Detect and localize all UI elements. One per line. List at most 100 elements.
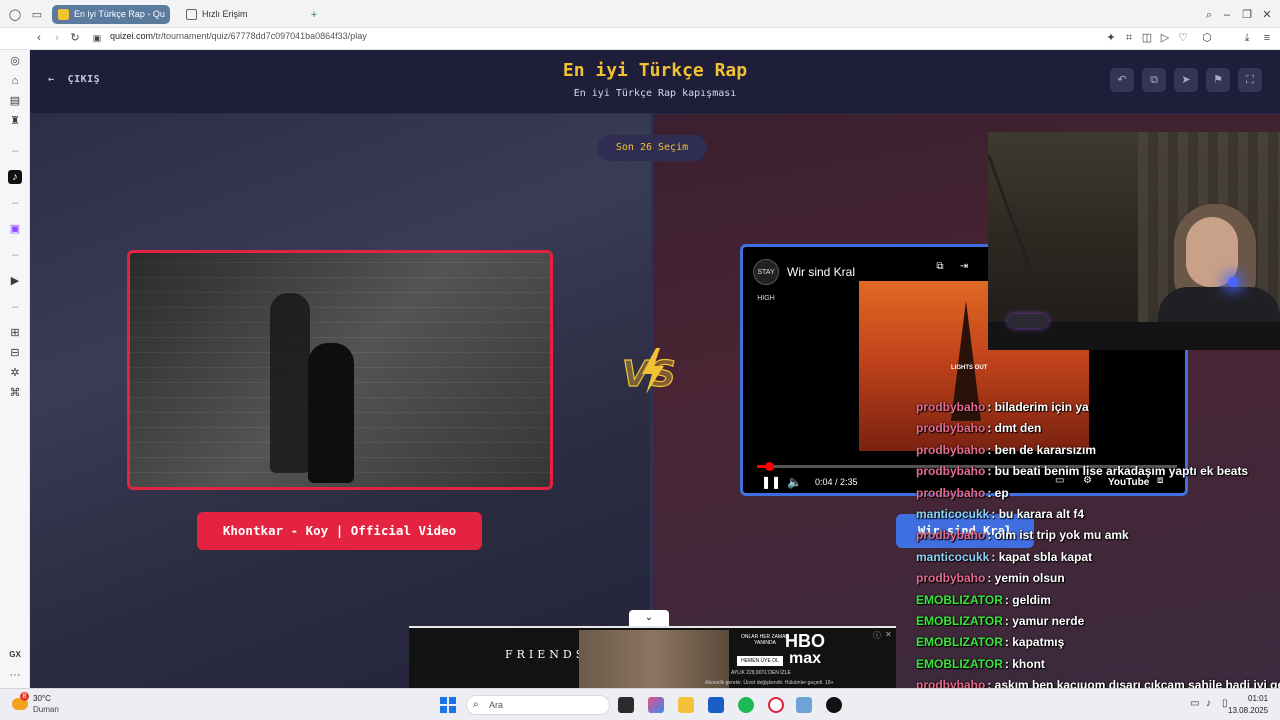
chat-username[interactable]: EMOBLIZATOR: [916, 635, 1003, 649]
chat-separator: :: [987, 528, 995, 543]
chat-message: EMOBLIZATOR: yamur nerde: [916, 614, 1084, 632]
chat-text: olm ist trip yok mu amk: [994, 528, 1129, 543]
file-explorer-icon[interactable]: [678, 697, 694, 713]
start-button[interactable]: [440, 697, 456, 713]
forward-icon[interactable]: ›: [50, 31, 64, 45]
ad-info-icon[interactable]: ⓘ: [873, 630, 881, 641]
chat-text: kapat sbla kapat: [998, 549, 1093, 564]
close-icon[interactable]: ✕: [1260, 8, 1274, 22]
chat-username[interactable]: prodbybaho: [916, 528, 985, 542]
copy-link-icon[interactable]: ⧉: [933, 261, 947, 275]
task-view-icon[interactable]: [618, 697, 634, 713]
network-icon[interactable]: ▭: [1190, 698, 1199, 709]
share-button[interactable]: ⧉: [1142, 68, 1166, 92]
tiktok-icon[interactable]: ♪: [8, 170, 22, 184]
send-button[interactable]: ➤: [1174, 68, 1198, 92]
chat-separator: :: [987, 464, 995, 479]
spotify-icon[interactable]: [738, 697, 754, 713]
pin-icon[interactable]: ✦: [1104, 31, 1118, 45]
chat-username[interactable]: prodbybaho: [916, 421, 985, 435]
chat-username[interactable]: EMOBLIZATOR: [916, 614, 1003, 628]
chat-username[interactable]: manticocukk: [916, 550, 989, 564]
more-icon[interactable]: ···: [8, 668, 22, 682]
reload-icon[interactable]: ↻: [68, 31, 82, 45]
tab-quiz[interactable]: En iyi Türkçe Rap - Qu: [52, 5, 170, 24]
battery-icon[interactable]: ▯: [1222, 698, 1228, 709]
play-icon[interactable]: ▷: [1158, 31, 1172, 45]
ad-cta-button[interactable]: HEMEN ÜYE OL: [737, 656, 783, 666]
quiz-favicon-icon: [58, 9, 69, 20]
apps-icon[interactable]: ⊞: [8, 326, 22, 340]
watch-later-icon[interactable]: ⇥: [957, 261, 971, 275]
chat-text: ep: [994, 485, 1009, 500]
quiz-header: ← ÇIKIŞ En iyi Türkçe Rap En iyi Türkçe …: [30, 50, 1280, 114]
ad-close-icon[interactable]: ✕: [885, 630, 892, 639]
snapshot-icon[interactable]: ⌗: [1122, 31, 1136, 45]
obs-icon[interactable]: [826, 697, 842, 713]
chat-message: prodbybaho: olm ist trip yok mu amk: [916, 528, 1129, 546]
search-tabs-icon[interactable]: ⌕: [1202, 8, 1216, 22]
search-placeholder: Ara: [489, 700, 504, 710]
copilot-icon[interactable]: [648, 697, 664, 713]
back-icon[interactable]: ‹: [32, 31, 46, 45]
maximize-icon[interactable]: ❐: [1240, 8, 1254, 22]
chat-username[interactable]: prodbybaho: [916, 443, 985, 457]
news-icon[interactable]: ▤: [8, 94, 22, 108]
chat-separator: :: [987, 400, 995, 414]
art-text: LIGHTS OUT: [951, 365, 988, 371]
volume-icon[interactable]: 🔈: [787, 475, 802, 489]
workspaces-icon[interactable]: ▭: [30, 8, 44, 22]
aria-icon[interactable]: ◎: [8, 54, 22, 68]
chat-username[interactable]: manticocukk: [916, 507, 989, 521]
chat-username[interactable]: prodbybaho: [916, 464, 985, 478]
download-icon[interactable]: ⤓: [1240, 31, 1254, 45]
opera-logo-icon[interactable]: ◯: [8, 8, 22, 22]
gx-label[interactable]: GX: [8, 648, 22, 662]
start-tile: [440, 706, 447, 713]
bookmarks-icon[interactable]: ⊟: [8, 346, 22, 360]
clock-date[interactable]: 13.08.2025: [1228, 706, 1268, 715]
pause-icon[interactable]: ❚❚: [761, 475, 781, 489]
fullscreen-button[interactable]: ⛶: [1238, 68, 1262, 92]
undo-button[interactable]: ↶: [1110, 68, 1134, 92]
limiter-icon[interactable]: ✲: [8, 366, 22, 380]
chat-text: khont: [1012, 656, 1045, 671]
history-icon[interactable]: ⌘: [8, 386, 22, 400]
video-title[interactable]: Wir sind Kral: [787, 265, 855, 279]
tab-label: Hızlı Erişim: [202, 9, 248, 19]
url-field[interactable]: quizei.com/tr/tournament/quiz/67778dd7c0…: [110, 31, 367, 41]
left-choice-label[interactable]: Khontkar - Koy | Official Video: [197, 512, 482, 550]
center-divider: [650, 114, 653, 688]
heart-icon[interactable]: ♡: [1176, 31, 1190, 45]
menu-icon[interactable]: ≡: [1260, 31, 1274, 45]
store-icon[interactable]: [708, 697, 724, 713]
camera-icon[interactable]: ◫: [1140, 31, 1154, 45]
taskbar-search[interactable]: ⌕ Ara: [466, 695, 610, 715]
chat-username[interactable]: EMOBLIZATOR: [916, 657, 1003, 671]
player-icon[interactable]: ▶: [8, 274, 22, 288]
chat-separator: :: [987, 442, 995, 457]
tab-quick-access[interactable]: Hızlı Erişim: [180, 5, 290, 24]
opera-gx-icon[interactable]: [768, 697, 784, 713]
chat-username[interactable]: prodbybaho: [916, 486, 985, 500]
extensions-icon[interactable]: ⬡: [1200, 31, 1214, 45]
channel-avatar[interactable]: STAY HIGH: [753, 259, 779, 302]
volume-tray-icon[interactable]: ♪: [1206, 698, 1211, 709]
ad-banner[interactable]: FRIENDS ONLAR HER ZAMAN YANINDA HEMEN ÜY…: [409, 626, 896, 688]
controller-icon[interactable]: ♜: [8, 114, 22, 128]
chat-username[interactable]: prodbybaho: [916, 400, 985, 414]
chat-username[interactable]: prodbybaho: [916, 571, 985, 585]
progress-knob[interactable]: [764, 462, 774, 471]
ad-collapse-button[interactable]: ⌄: [629, 610, 669, 626]
settings-app-icon[interactable]: [796, 697, 812, 713]
chat-text: kapatmış: [1012, 635, 1065, 650]
left-choice-video[interactable]: [127, 250, 553, 490]
gx-corner-icon[interactable]: ⌂: [8, 74, 22, 88]
minimize-icon[interactable]: –: [1220, 8, 1234, 22]
url-path: /tr/tournament/quiz/67778dd7c097041ba086…: [153, 31, 367, 41]
new-tab-button[interactable]: +: [307, 8, 321, 22]
chat-username[interactable]: EMOBLIZATOR: [916, 593, 1003, 607]
clock-time[interactable]: 01:01: [1248, 694, 1268, 703]
report-button[interactable]: ⚑: [1206, 68, 1230, 92]
twitch-icon[interactable]: ▣: [8, 222, 22, 236]
